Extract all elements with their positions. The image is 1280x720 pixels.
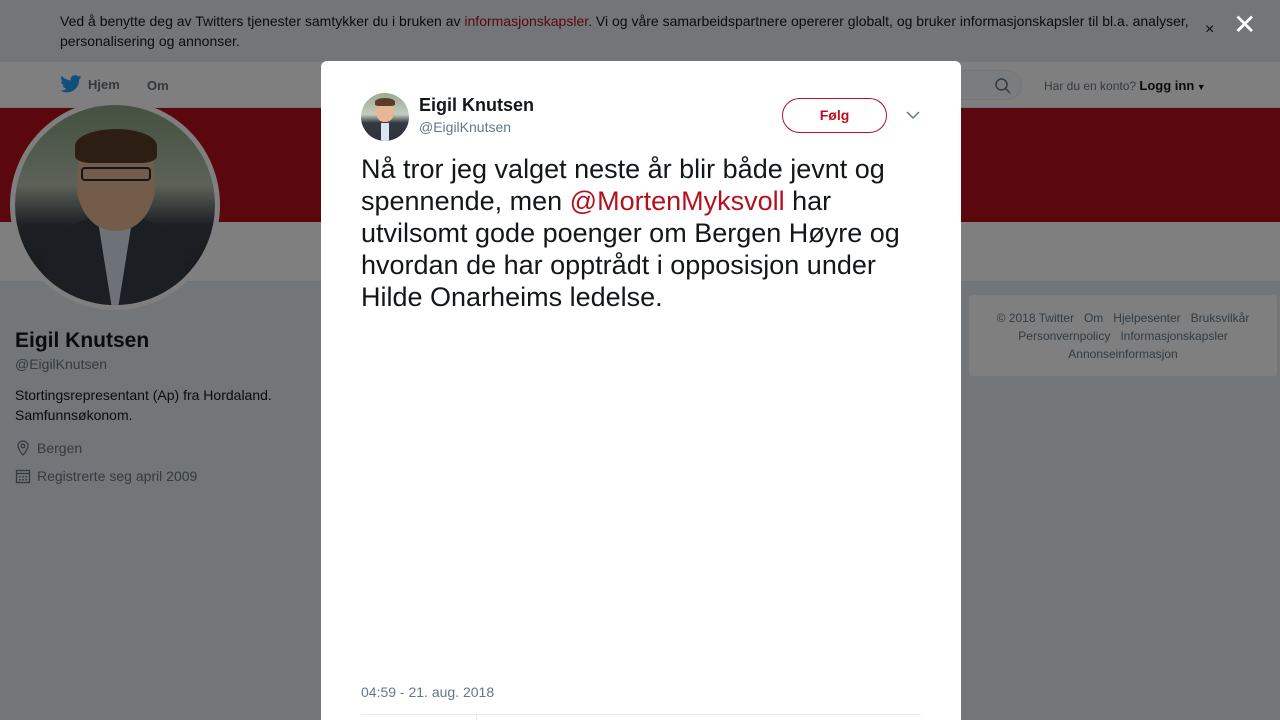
tweet-author-handle[interactable]: @EigilKnutsen [419, 119, 511, 135]
tweet-text: Nå tror jeg valget neste år blir både je… [361, 153, 926, 313]
follow-button[interactable]: Følg [782, 98, 887, 133]
tweet-timestamp[interactable]: 04:59 - 21. aug. 2018 [361, 684, 494, 700]
divider [361, 714, 921, 715]
close-icon[interactable]: ✕ [1233, 11, 1256, 39]
tweet-author-avatar[interactable] [361, 93, 409, 141]
tweet-modal: Eigil Knutsen @EigilKnutsen Følg Nå tror… [321, 61, 961, 720]
tweet-mention-link[interactable]: @MortenMyksvoll [570, 186, 785, 216]
chevron-down-icon[interactable] [905, 107, 921, 123]
divider-vertical [476, 715, 477, 720]
tweet-author-name[interactable]: Eigil Knutsen [419, 95, 534, 116]
